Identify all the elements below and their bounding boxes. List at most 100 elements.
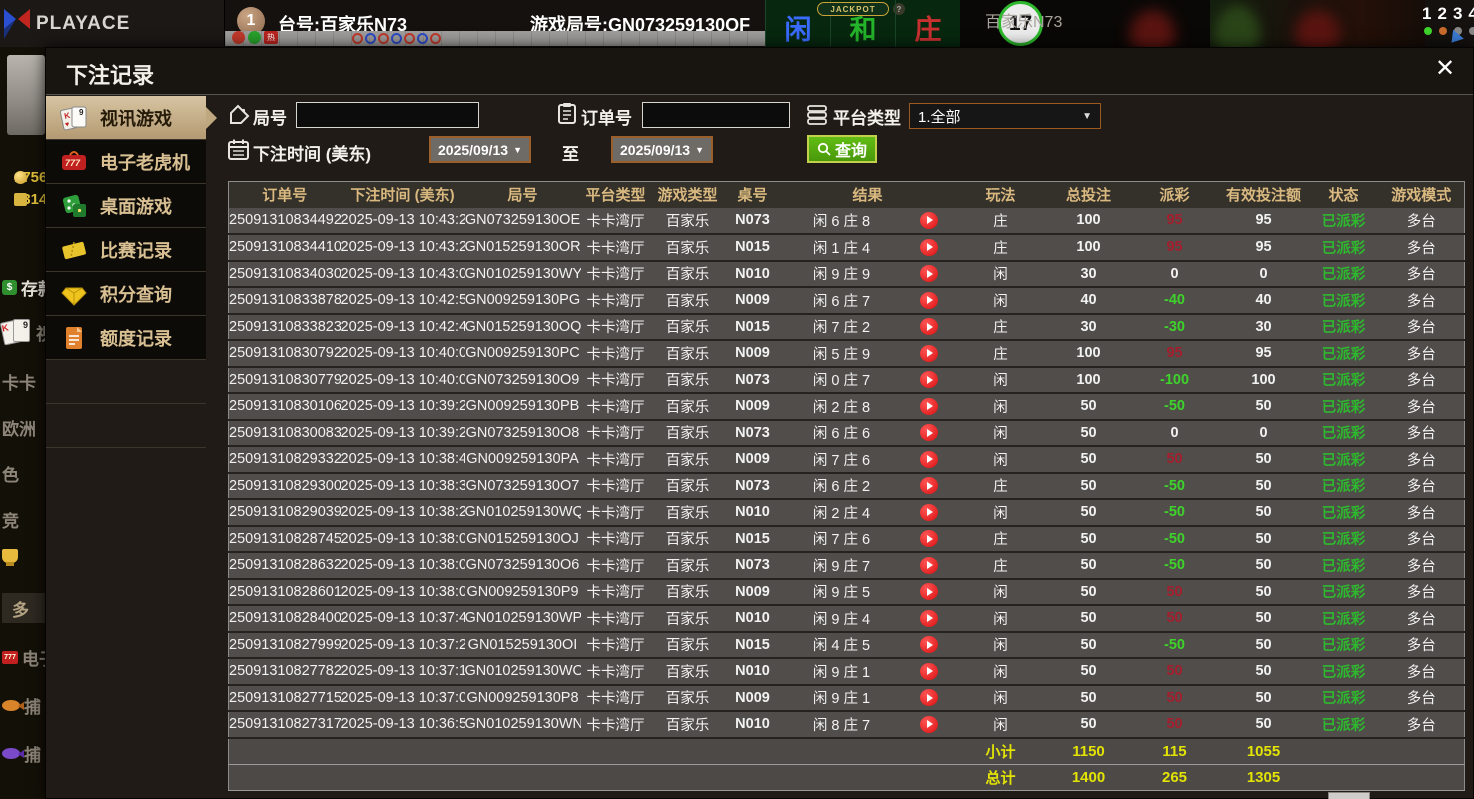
dealer-figure bbox=[1130, 10, 1175, 47]
col-table: 桌号 bbox=[724, 181, 781, 208]
play-replay-icon[interactable] bbox=[919, 211, 938, 229]
platform-type-select[interactable]: 1.全部 ▼ bbox=[909, 103, 1101, 129]
play-replay-icon[interactable] bbox=[919, 371, 938, 389]
menu-item-se[interactable]: 色 bbox=[2, 461, 19, 486]
menu-item-duo[interactable]: 多 bbox=[2, 593, 45, 623]
table-tab-3[interactable]: 3 bbox=[1453, 4, 1462, 24]
cell-bet-time: 2025-09-13 10:38:03 bbox=[340, 552, 465, 580]
col-game: 游戏类型 bbox=[650, 181, 725, 208]
cell-valid-bet: 50 bbox=[1218, 684, 1309, 712]
modal-title: 下注记录 bbox=[66, 63, 155, 88]
cell-play-type: 闲 bbox=[954, 605, 1047, 633]
cell-payout: 50 bbox=[1130, 711, 1219, 739]
cell-replay bbox=[902, 419, 955, 447]
cell-round-number: GN073259130O9 bbox=[464, 366, 581, 394]
play-replay-icon[interactable] bbox=[919, 662, 938, 680]
road-toggle-icons[interactable]: 热 bbox=[232, 31, 278, 44]
play-replay-icon[interactable] bbox=[919, 238, 938, 256]
cell-total-bet: 50 bbox=[1046, 578, 1131, 606]
menu-item-europe[interactable]: 欧洲 bbox=[2, 415, 36, 440]
play-replay-icon[interactable] bbox=[919, 291, 938, 309]
sidebar-item-label: 比赛记录 bbox=[100, 240, 172, 261]
play-replay-icon[interactable] bbox=[919, 477, 938, 495]
menu-item-rank[interactable] bbox=[2, 549, 22, 566]
menu-item-fishing-1[interactable]: 捕 bbox=[2, 693, 41, 718]
cell-game-type: 百家乐 bbox=[650, 287, 725, 315]
table-tab-2[interactable]: 2 bbox=[1437, 4, 1446, 24]
menu-item-jing[interactable]: 竞 bbox=[2, 507, 19, 532]
play-replay-icon[interactable] bbox=[919, 609, 938, 627]
play-replay-icon[interactable] bbox=[919, 265, 938, 283]
round-number-input[interactable] bbox=[296, 102, 479, 128]
table-tab-4[interactable]: 4 bbox=[1468, 4, 1474, 24]
play-replay-icon[interactable] bbox=[919, 636, 938, 654]
sidebar-item-video-games[interactable]: K ♥ 9 视讯游戏 bbox=[46, 96, 217, 140]
cell-payout: 50 bbox=[1130, 578, 1219, 606]
cell-order-number: 250913108279999 bbox=[228, 631, 341, 659]
cell-platform: 卡卡湾厅 bbox=[580, 366, 651, 394]
modal-header: 下注记录 ✕ bbox=[46, 48, 1473, 95]
cell-total-bet: 50 bbox=[1046, 472, 1131, 500]
table-tab-1[interactable]: 1 bbox=[1422, 4, 1431, 24]
pagination-button[interactable] bbox=[1328, 792, 1370, 799]
play-replay-icon[interactable] bbox=[919, 556, 938, 574]
cell-valid-bet: 50 bbox=[1218, 605, 1309, 633]
menu-item-video[interactable]: K9 视 bbox=[0, 319, 45, 346]
deposit-button[interactable]: $ 存款 bbox=[2, 275, 45, 300]
play-replay-icon[interactable] bbox=[919, 715, 938, 733]
date-to-picker[interactable]: 2025/09/13 ▼ bbox=[611, 136, 713, 163]
bet-zone-tie[interactable]: JACKPOT ? 和 bbox=[817, 0, 905, 47]
avatar[interactable] bbox=[7, 55, 45, 135]
order-number-input[interactable] bbox=[642, 102, 790, 128]
bead-result-icon bbox=[352, 33, 363, 44]
play-replay-icon[interactable] bbox=[919, 344, 938, 362]
play-replay-icon[interactable] bbox=[919, 424, 938, 442]
bet-zone-banker[interactable]: 庄 bbox=[895, 0, 960, 47]
menu-item-fishing-2[interactable]: 捕 bbox=[2, 741, 41, 766]
sidebar-item-slots[interactable]: 777 电子老虎机 bbox=[46, 140, 206, 184]
cell-result: 闲 9 庄 7 bbox=[780, 552, 903, 580]
menu-item-kaka[interactable]: 卡卡 bbox=[2, 369, 36, 394]
grand-total-payout: 265 bbox=[1130, 763, 1219, 791]
cell-status: 已派彩 bbox=[1308, 260, 1379, 288]
play-replay-icon[interactable] bbox=[919, 689, 938, 707]
cell-platform: 卡卡湾厅 bbox=[580, 446, 651, 474]
play-replay-icon[interactable] bbox=[919, 318, 938, 336]
multi-table-tabs[interactable]: 1 2 3 4 bbox=[1422, 4, 1474, 24]
col-play: 玩法 bbox=[954, 181, 1047, 208]
play-replay-icon[interactable] bbox=[919, 503, 938, 521]
chevron-down-icon: ▼ bbox=[1082, 110, 1092, 122]
table-row: 250913108340307 2025-09-13 10:43:00 GN0102… bbox=[228, 260, 1465, 288]
search-button[interactable]: 查询 bbox=[807, 135, 878, 163]
brand-name: PLAYACE bbox=[36, 12, 131, 34]
cell-game-mode: 多台 bbox=[1378, 472, 1465, 500]
play-replay-icon[interactable] bbox=[919, 583, 938, 601]
sidebar-item-points-query[interactable]: 积分查询 bbox=[46, 272, 206, 316]
cell-round-number: GN009259130PB bbox=[464, 393, 581, 421]
date-from-value: 2025/09/13 bbox=[438, 141, 509, 158]
cell-platform: 卡卡湾厅 bbox=[580, 234, 651, 262]
col-time: 下注时间 (美东) bbox=[340, 181, 465, 208]
cell-play-type: 闲 bbox=[954, 419, 1047, 447]
cell-total-bet: 50 bbox=[1046, 419, 1131, 447]
menu-item-slots[interactable]: 777 电子 bbox=[2, 645, 45, 670]
date-from-picker[interactable]: 2025/09/13 ▼ bbox=[429, 136, 531, 163]
cell-bet-time: 2025-09-13 10:43:23 bbox=[340, 234, 465, 262]
play-replay-icon[interactable] bbox=[919, 450, 938, 468]
cell-replay bbox=[902, 366, 955, 394]
cell-result: 闲 9 庄 1 bbox=[780, 658, 903, 686]
sidebar-item-table-games[interactable]: 桌面游戏 bbox=[46, 184, 206, 228]
cell-game-type: 百家乐 bbox=[650, 366, 725, 394]
close-icon[interactable]: ✕ bbox=[1431, 56, 1459, 84]
cell-game-type: 百家乐 bbox=[650, 260, 725, 288]
sidebar-item-contest-records[interactable]: 比赛记录 bbox=[46, 228, 206, 272]
play-replay-icon[interactable] bbox=[919, 397, 938, 415]
cell-round-number: GN010259130WP bbox=[464, 605, 581, 633]
sidebar-item-quota-records[interactable]: 额度记录 bbox=[46, 316, 206, 360]
cell-payout: -50 bbox=[1130, 472, 1219, 500]
play-replay-icon[interactable] bbox=[919, 530, 938, 548]
cell-total-bet: 40 bbox=[1046, 287, 1131, 315]
platform-filter-label: 平台类型 bbox=[833, 109, 901, 128]
cell-play-type: 庄 bbox=[954, 313, 1047, 341]
cards-icon: K ♥ 9 bbox=[60, 106, 87, 130]
